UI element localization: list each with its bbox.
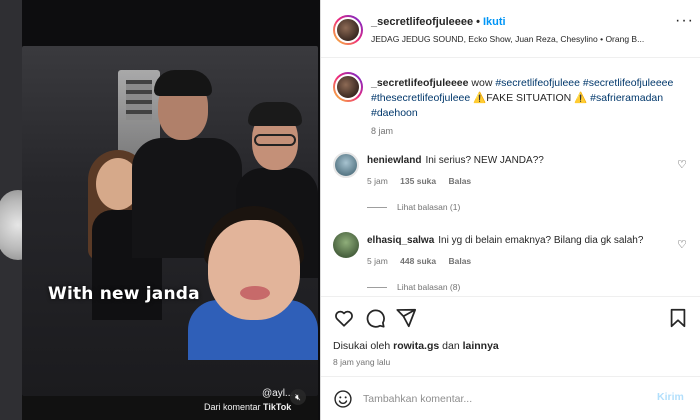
comment-username[interactable]: heniewland (367, 155, 421, 166)
caption-text-1: wow (471, 77, 493, 89)
author-line: _secretlifeofjuleeee • Ikuti (371, 16, 506, 28)
emoji-icon[interactable] (333, 389, 353, 409)
comment-text: elhasiq_salwa Ini yg di belain emaknya? B… (367, 235, 667, 246)
caption-username[interactable]: _secretlifeofjuleeee (371, 77, 468, 89)
caption-text: _secretlifeofjuleeee wow #secretlifeofju… (371, 76, 689, 121)
speaker-muted-icon[interactable]: 🔇︎ (290, 389, 306, 405)
comment-likes[interactable]: 135 suka (400, 176, 436, 186)
person-4-head (208, 220, 300, 320)
warning-icon-2: ⚠️ (574, 92, 588, 104)
comment-username[interactable]: elhasiq_salwa (367, 235, 434, 246)
comment-avatar[interactable] (333, 152, 359, 178)
video-footer: Dari komentar TikTok (204, 402, 291, 412)
author-username[interactable]: _secretlifeofjuleeee (371, 16, 473, 28)
comment-text: heniewland Ini serius? NEW JANDA?? (367, 155, 667, 166)
comment-likes[interactable]: 448 suka (400, 256, 436, 266)
more-options-icon[interactable]: ··· (675, 12, 694, 30)
replies-divider (367, 287, 387, 289)
post-comment-button[interactable]: Kirim (657, 391, 684, 403)
liker-username[interactable]: rowita.gs (393, 340, 439, 352)
person-3-glasses (254, 134, 296, 146)
replies-label[interactable]: Lihat balasan (1) (397, 202, 460, 212)
author-avatar[interactable] (333, 15, 363, 45)
separator-dot: • (476, 16, 480, 28)
replies-divider (367, 207, 387, 209)
comment-avatar[interactable] (333, 232, 359, 258)
tiktok-logo: TikTok (263, 402, 292, 412)
reply-button[interactable]: Balas (448, 256, 471, 266)
caption-time: 8 jam (371, 126, 394, 136)
post-header: _secretlifeofjuleeee • Ikuti JEDAG JEDUG S… (321, 0, 700, 58)
likes-prefix: Disukai oleh (333, 340, 391, 352)
view-replies[interactable]: Lihat balasan (1) (367, 202, 460, 212)
likes-middle: dan (442, 340, 460, 352)
reply-button[interactable]: Balas (448, 176, 471, 186)
share-paper-plane-icon[interactable] (395, 307, 417, 329)
likes-summary: Disukai oleh rowita.gs dan lainnya (333, 340, 499, 352)
action-bar (321, 296, 700, 338)
like-heart-icon[interactable] (333, 307, 355, 329)
add-comment-bar: Kirim (321, 376, 700, 420)
video-handle: @ayl... (262, 388, 294, 399)
follow-button[interactable]: Ikuti (483, 16, 506, 28)
audio-credit[interactable]: JEDAG JEDUG SOUND, Ecko Show, Juan Reza,… (371, 34, 657, 44)
heart-icon[interactable]: ♡ (677, 158, 687, 171)
post-side-panel: _secretlifeofjuleeee • Ikuti JEDAG JEDUG S… (320, 0, 700, 420)
comment-input[interactable] (363, 389, 633, 409)
warning-icon: ⚠️ (473, 92, 487, 104)
person-2-hair (154, 70, 212, 96)
comment-time: 5 jam (367, 256, 388, 266)
comment-meta: 5 jam 448 suka Balas (367, 256, 481, 266)
person-4-lips (240, 286, 270, 300)
caption-avatar[interactable] (333, 72, 363, 102)
comment-bubble-icon[interactable] (364, 307, 386, 329)
comment-body: Ini serius? NEW JANDA?? (425, 155, 544, 166)
post-media[interactable]: With new janda @ayl... Dari komentar Tik… (0, 0, 320, 420)
comment-body: Ini yg di belain emaknya? Bilang dia gk … (438, 235, 644, 246)
replies-label[interactable]: Lihat balasan (8) (397, 282, 460, 292)
video-overlay-caption: With new janda (48, 284, 200, 304)
heart-icon[interactable]: ♡ (677, 238, 687, 251)
likes-others[interactable]: lainnya (463, 340, 499, 352)
view-replies[interactable]: Lihat balasan (8) (367, 282, 460, 292)
save-bookmark-icon[interactable] (667, 307, 689, 329)
comment-time: 5 jam (367, 176, 388, 186)
person-3-hair (248, 102, 302, 126)
comment-meta: 5 jam 135 suka Balas (367, 176, 481, 186)
footer-text: Dari komentar (204, 402, 261, 412)
post-timestamp: 8 jam yang lalu (333, 357, 391, 367)
caption-text-2: FAKE SITUATION (486, 92, 572, 104)
